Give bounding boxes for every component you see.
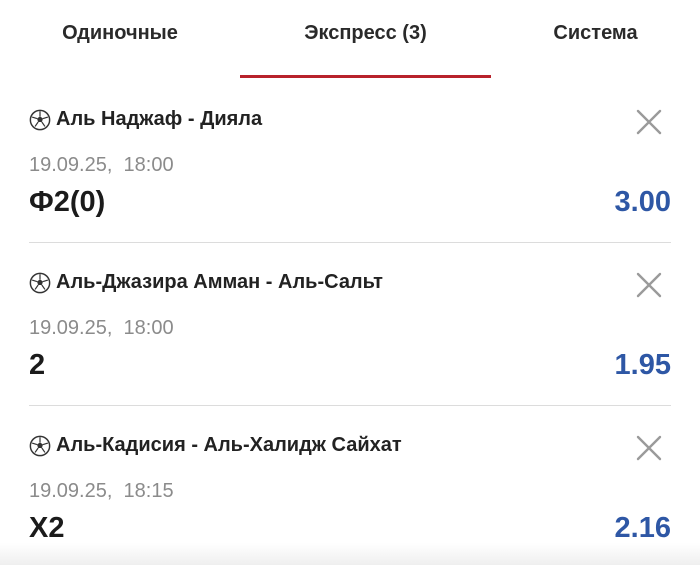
match-name: Аль-Джазира Амман - Аль-Сальт [56, 271, 383, 293]
close-icon[interactable] [635, 271, 663, 299]
close-icon[interactable] [635, 108, 663, 136]
match-datetime: 19.09.25, 18:00 [29, 154, 174, 176]
bet-outcome: Х2 [29, 512, 65, 544]
bottom-shadow [0, 543, 700, 565]
bet-odds: 1.95 [614, 349, 671, 381]
match-name: Аль Наджаф - Дияла [56, 108, 263, 130]
tab-express[interactable]: Экспресс (3) [240, 0, 491, 80]
bet-odds: 2.16 [614, 512, 671, 544]
tab-single[interactable]: Одиночные [0, 0, 240, 80]
match-title: Аль Наджаф - Дияла [29, 108, 262, 131]
bet-item: Аль-Джазира Амман - Аль-Сальт 19.09.25, … [29, 243, 671, 406]
bet-outcome: 2 [29, 349, 46, 381]
close-icon[interactable] [635, 434, 663, 462]
tab-system[interactable]: Система [491, 0, 700, 80]
match-datetime: 19.09.25, 18:00 [29, 317, 174, 339]
match-name: Аль-Кадисия - Аль-Халидж Сайхат [56, 434, 402, 456]
bet-item: Аль Наджаф - Дияла 19.09.25, 18:00 Ф2(0)… [29, 80, 671, 243]
bet-type-tabs: Одиночные Экспресс (3) Система [0, 0, 700, 80]
bet-list: Аль Наджаф - Дияла 19.09.25, 18:00 Ф2(0)… [0, 80, 700, 569]
bet-outcome: Ф2(0) [29, 186, 106, 218]
match-title: Аль-Кадисия - Аль-Халидж Сайхат [29, 434, 402, 457]
soccer-ball-icon [29, 272, 51, 293]
match-datetime: 19.09.25, 18:15 [29, 480, 174, 502]
match-title: Аль-Джазира Амман - Аль-Сальт [29, 271, 383, 294]
soccer-ball-icon [29, 109, 51, 130]
bet-odds: 3.00 [614, 186, 671, 218]
soccer-ball-icon [29, 435, 51, 456]
active-tab-indicator [240, 75, 491, 78]
